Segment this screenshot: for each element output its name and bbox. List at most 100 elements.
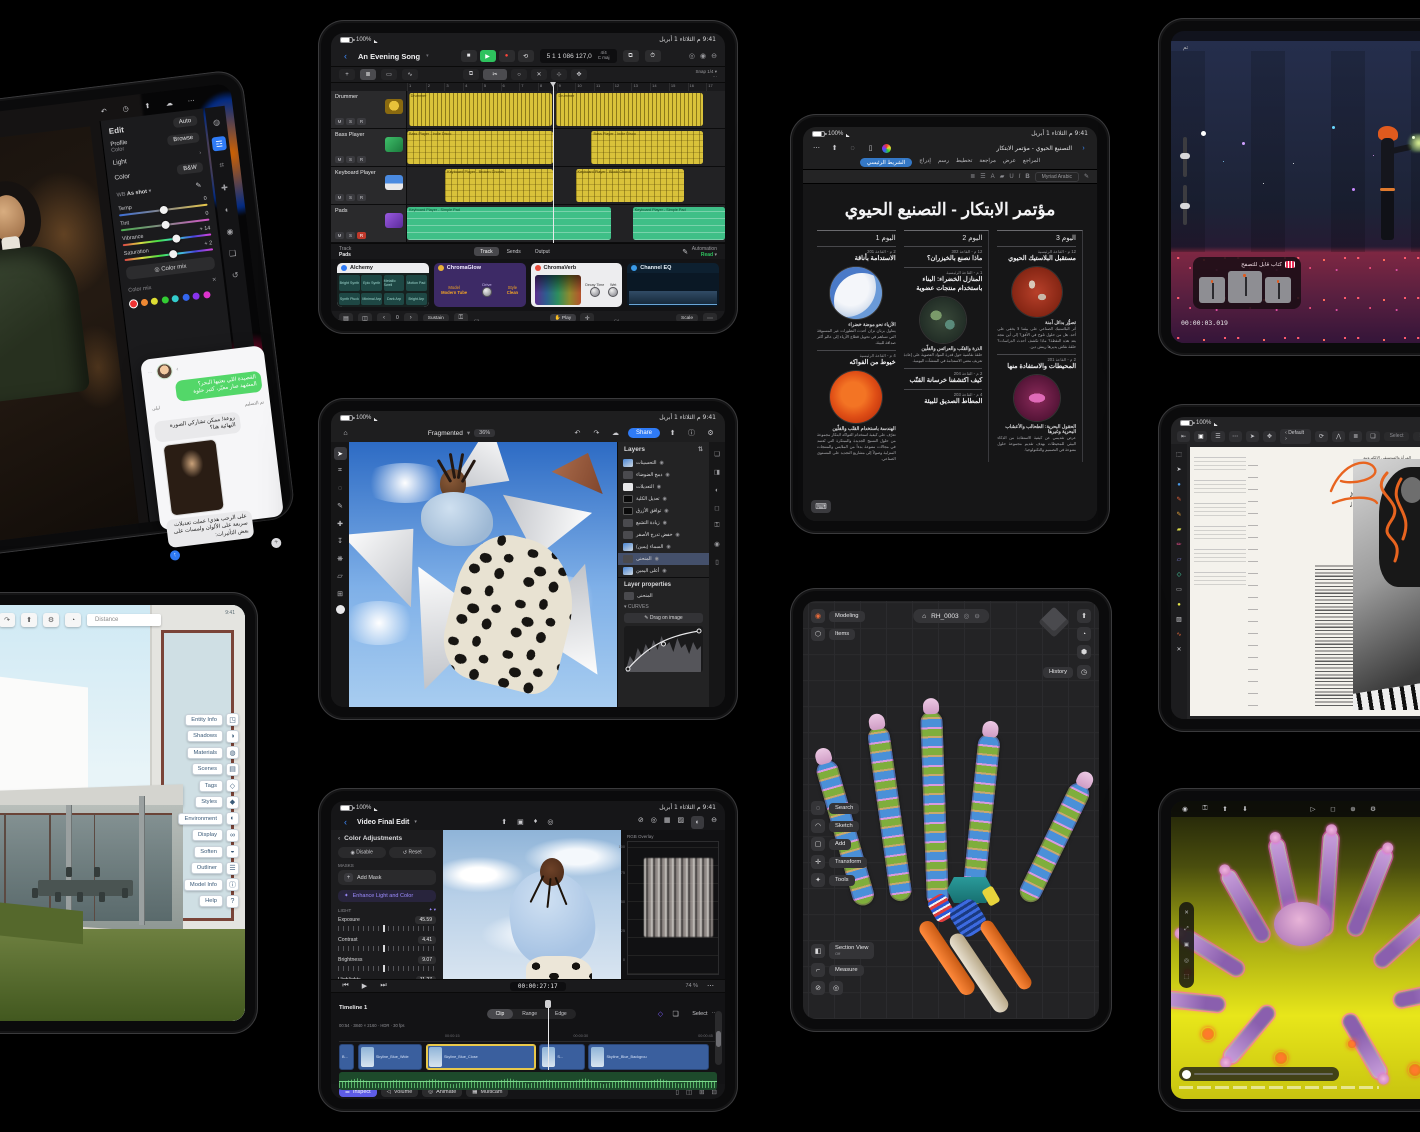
lock-icon[interactable] — [454, 313, 468, 321]
brush-size-slider[interactable] — [1183, 137, 1187, 177]
export-icon[interactable] — [1219, 803, 1231, 815]
home-icon[interactable] — [922, 613, 926, 620]
layer-row[interactable]: دمج الضوضاء — [618, 469, 709, 481]
brush-tool-icon[interactable] — [334, 500, 347, 513]
tab-home[interactable]: الشريط الرئيسي — [860, 158, 912, 167]
close-icon[interactable] — [212, 277, 217, 284]
move-tool-icon[interactable] — [334, 447, 347, 460]
select-button[interactable]: Select — [1384, 432, 1410, 441]
pen-orange-icon[interactable] — [1174, 494, 1185, 505]
region[interactable]: Drummer — [556, 93, 702, 126]
mute-button[interactable]: M — [335, 118, 344, 125]
count-in-button[interactable] — [623, 50, 639, 62]
timeline-zoom-slider[interactable] — [715, 1011, 722, 1065]
search-icon[interactable] — [846, 142, 859, 155]
eraser-tool-icon[interactable] — [334, 570, 347, 583]
loop-tool-icon[interactable] — [511, 69, 527, 80]
eye-icon[interactable] — [655, 556, 659, 562]
font-color-icon[interactable] — [991, 174, 995, 180]
plugin-chromaverb[interactable]: ChromaVerb Decay Time Wet — [531, 263, 623, 307]
song-title[interactable]: An Evening Song — [358, 52, 420, 61]
play-button[interactable] — [480, 50, 496, 62]
select-tool-icon[interactable] — [1174, 449, 1185, 460]
scale-button[interactable]: Scale — [676, 314, 698, 321]
clip[interactable]: Skyline_Blue_Backgrou — [588, 1044, 709, 1070]
redo-icon[interactable] — [0, 613, 15, 627]
settings-icon[interactable] — [1367, 803, 1379, 815]
decay-knob[interactable] — [590, 287, 600, 297]
crop-icon[interactable] — [214, 158, 230, 174]
notifications-icon[interactable] — [65, 613, 81, 627]
clip-selected[interactable]: Skyline_Blue_Close — [426, 1044, 536, 1070]
viewer-zoom[interactable]: 74 % — [685, 983, 698, 989]
document-pill[interactable]: RH_0003 — [913, 609, 989, 623]
reset-icon[interactable] — [227, 267, 243, 283]
pen-blue-icon[interactable] — [1174, 479, 1185, 490]
layer-row-selected[interactable]: المنحنى — [618, 553, 709, 565]
panel-button[interactable]: Tags ◇ — [199, 779, 239, 792]
lasso-tool-icon[interactable] — [334, 482, 347, 495]
eye-icon[interactable] — [663, 520, 667, 526]
sustain-button[interactable]: Sustain — [423, 314, 449, 321]
curves-section[interactable]: CURVES — [628, 604, 649, 610]
sync-icon[interactable] — [964, 612, 970, 620]
pencil-icon[interactable] — [1174, 539, 1185, 550]
color-chip[interactable] — [336, 605, 345, 614]
track-row-drummer[interactable]: Drummer MSR Drummer Drummer — [331, 91, 725, 129]
bar-ruler[interactable]: 1234567891011121314151617 — [331, 82, 725, 91]
layer-row[interactable]: تعديل الكلية — [618, 493, 709, 505]
timeline-ruler[interactable]: 00:00:15 00:00:30 00:00:45 — [339, 1034, 717, 1042]
chevron-down-icon[interactable] — [426, 53, 429, 59]
record-icon[interactable] — [547, 818, 553, 826]
grid-icon[interactable] — [664, 816, 671, 829]
highlight-icon[interactable] — [1000, 173, 1005, 180]
color-section[interactable]: Color — [114, 172, 130, 181]
video-preview[interactable] — [443, 830, 621, 979]
octave-down-icon[interactable] — [377, 313, 391, 321]
masking-icon[interactable] — [219, 201, 235, 217]
layer-group-row[interactable]: التعديلات — [618, 481, 709, 493]
region[interactable]: Keyboard Player - Block Chords — [576, 169, 684, 202]
eye-icon[interactable] — [675, 532, 679, 538]
drive-knob[interactable] — [482, 287, 492, 297]
avatar[interactable] — [156, 362, 174, 380]
curves-editor[interactable] — [624, 626, 703, 672]
rotate-icon[interactable] — [1315, 431, 1328, 442]
tab-layout[interactable]: تخطيط — [956, 158, 972, 167]
frame-thumbnail[interactable] — [1265, 277, 1291, 303]
lock-icon[interactable] — [711, 520, 723, 532]
lcd-display[interactable]: 5 1 1 086 127,0 4/4C maj — [540, 49, 617, 63]
export-icon[interactable] — [666, 427, 679, 440]
eye-icon[interactable] — [657, 484, 661, 490]
healing-icon[interactable] — [217, 180, 233, 196]
presets-icon[interactable] — [209, 114, 225, 130]
panel-button[interactable]: Entity Info ◳ — [185, 713, 239, 726]
layer-row[interactable]: السماء (يمين) — [618, 541, 709, 553]
more-icon[interactable] — [184, 93, 198, 107]
comment-icon[interactable] — [711, 502, 723, 514]
fade-tool-icon[interactable] — [551, 69, 567, 80]
flip-icon[interactable] — [1332, 431, 1345, 442]
eyedropper-tool-icon[interactable] — [334, 535, 347, 548]
tool-button[interactable]: ✦ Tools — [811, 873, 867, 887]
eye-icon[interactable] — [666, 544, 670, 550]
visibility-icon[interactable] — [711, 538, 723, 550]
pencil-icon[interactable] — [679, 245, 692, 258]
split-tool-icon[interactable] — [531, 69, 547, 80]
app-icon[interactable] — [1194, 431, 1207, 442]
adjustment-slider[interactable]: Exposure45.59 — [338, 916, 436, 931]
message-photo-attachment[interactable] — [162, 438, 224, 516]
color-adjust-icon[interactable] — [691, 816, 704, 829]
done-button[interactable]: تم — [1183, 45, 1188, 51]
stop-button[interactable] — [461, 50, 477, 62]
wet-knob[interactable] — [608, 287, 618, 297]
tool-button[interactable]: ◌ Search — [811, 801, 867, 815]
export-icon[interactable] — [21, 613, 37, 627]
tab-draw[interactable]: رسم — [938, 158, 949, 167]
list-icon[interactable] — [980, 173, 985, 180]
clip[interactable]: B... — [339, 1044, 354, 1070]
render-progress-bar[interactable] — [1179, 1067, 1339, 1081]
skip-forward-icon[interactable] — [377, 980, 390, 993]
record-button[interactable] — [499, 50, 515, 62]
history-button[interactable]: History — [1043, 667, 1073, 678]
